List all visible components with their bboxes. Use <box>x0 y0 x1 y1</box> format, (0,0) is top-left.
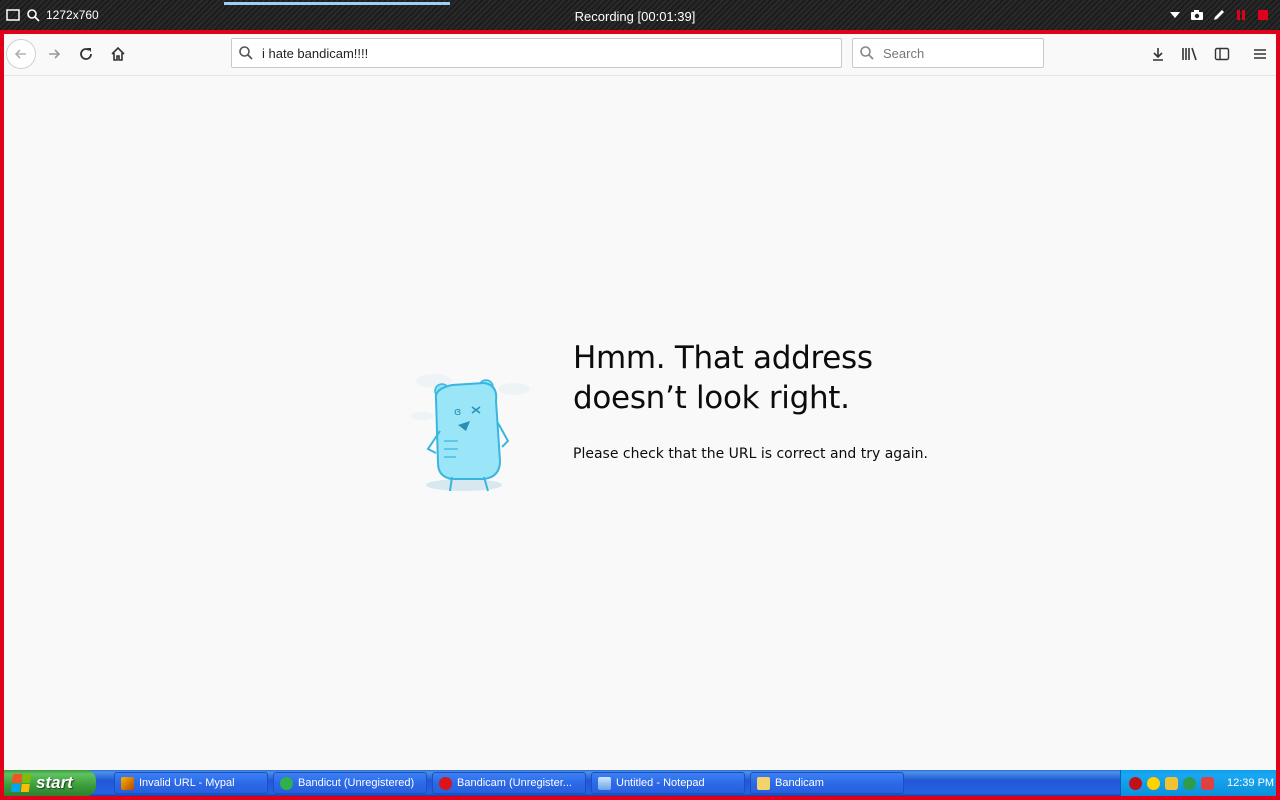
camera-icon[interactable] <box>1190 8 1204 22</box>
dropdown-arrow-icon[interactable] <box>1168 8 1182 22</box>
url-bar[interactable]: i hate bandicam!!!! <box>231 38 842 68</box>
system-tray: 12:39 PM <box>1120 770 1276 796</box>
sidebar-button[interactable] <box>1208 40 1236 68</box>
active-tab-indicator <box>224 2 450 5</box>
mypal-icon <box>121 776 134 790</box>
confused-bear-illustration: ɞ <box>410 374 530 492</box>
search-input[interactable]: Search <box>883 46 924 61</box>
menu-button[interactable] <box>1246 40 1274 68</box>
error-title: Hmm. That address doesn’t look right. <box>573 338 993 418</box>
folder-icon <box>757 776 770 790</box>
search-icon <box>239 46 253 60</box>
shield-icon[interactable] <box>1165 776 1178 790</box>
taskbar-item-bandicam[interactable]: Bandicam (Unregister... <box>432 772 586 794</box>
taskbar-item-notepad[interactable]: Untitled - Notepad <box>591 772 745 794</box>
library-button[interactable] <box>1176 40 1204 68</box>
error-description: Please check that the URL is correct and… <box>573 446 928 462</box>
security-tray-icon[interactable] <box>1183 776 1196 790</box>
back-arrow-icon <box>14 49 26 59</box>
search-bar[interactable]: Search <box>852 38 1044 68</box>
reload-button[interactable] <box>72 40 100 68</box>
download-icon <box>1153 48 1163 61</box>
hamburger-menu-icon <box>1254 49 1266 59</box>
home-button[interactable] <box>104 40 132 68</box>
error-page: ɞ Hmm. That address doesn’t look right. … <box>4 76 1276 770</box>
error-title-line2: doesn’t look right. <box>573 380 850 416</box>
bandicam-icon <box>439 776 452 790</box>
recording-controls <box>1168 8 1270 22</box>
back-button[interactable] <box>6 39 36 69</box>
taskbar-item-label: Bandicam <box>775 777 824 789</box>
start-label: start <box>36 773 73 792</box>
taskbar: start Invalid URL - Mypal Bandicut (Unre… <box>4 770 1276 796</box>
svg-text:ɞ: ɞ <box>454 405 461 418</box>
taskbar-item-label: Bandicut (Unregistered) <box>298 777 415 789</box>
antivirus-tray-icon[interactable] <box>1201 776 1214 790</box>
reload-icon <box>80 48 92 60</box>
start-button[interactable]: start <box>4 770 96 796</box>
pencil-icon[interactable] <box>1212 8 1226 22</box>
forward-button[interactable] <box>40 40 68 68</box>
taskbar-item-label: Invalid URL - Mypal <box>139 777 235 789</box>
recording-bar: 1272x760 Recording [00:01:39] <box>0 0 1280 30</box>
forward-arrow-icon <box>49 49 61 59</box>
taskbar-item-label: Untitled - Notepad <box>616 777 705 789</box>
recording-status: Recording [00:01:39] <box>574 9 696 24</box>
pause-icon[interactable] <box>1234 8 1248 22</box>
sidebar-icon <box>1214 47 1230 61</box>
clock[interactable]: 12:39 PM <box>1227 777 1274 789</box>
error-title-line1: Hmm. That address <box>573 340 873 376</box>
downloads-button[interactable] <box>1144 40 1172 68</box>
windows-logo-icon <box>10 774 32 792</box>
home-icon <box>111 46 125 61</box>
search-icon <box>860 46 874 60</box>
stop-record-icon[interactable] <box>1256 8 1270 22</box>
bandicut-icon <box>280 776 293 790</box>
taskbar-item-bandicut[interactable]: Bandicut (Unregistered) <box>273 772 427 794</box>
library-icon <box>1182 47 1197 61</box>
network-tray-icon[interactable] <box>1147 776 1160 790</box>
capture-frame: i hate bandicam!!!! Search ɞ Hmm. That a… <box>0 30 1280 800</box>
notepad-icon <box>598 776 611 790</box>
url-input[interactable]: i hate bandicam!!!! <box>262 46 368 61</box>
browser-toolbar: i hate bandicam!!!! Search <box>4 34 1276 76</box>
taskbar-item-mypal[interactable]: Invalid URL - Mypal <box>114 772 268 794</box>
taskbar-item-label: Bandicam (Unregister... <box>457 777 572 789</box>
taskbar-item-bandicam-folder[interactable]: Bandicam <box>750 772 904 794</box>
bandicam-tray-icon[interactable] <box>1129 776 1142 790</box>
